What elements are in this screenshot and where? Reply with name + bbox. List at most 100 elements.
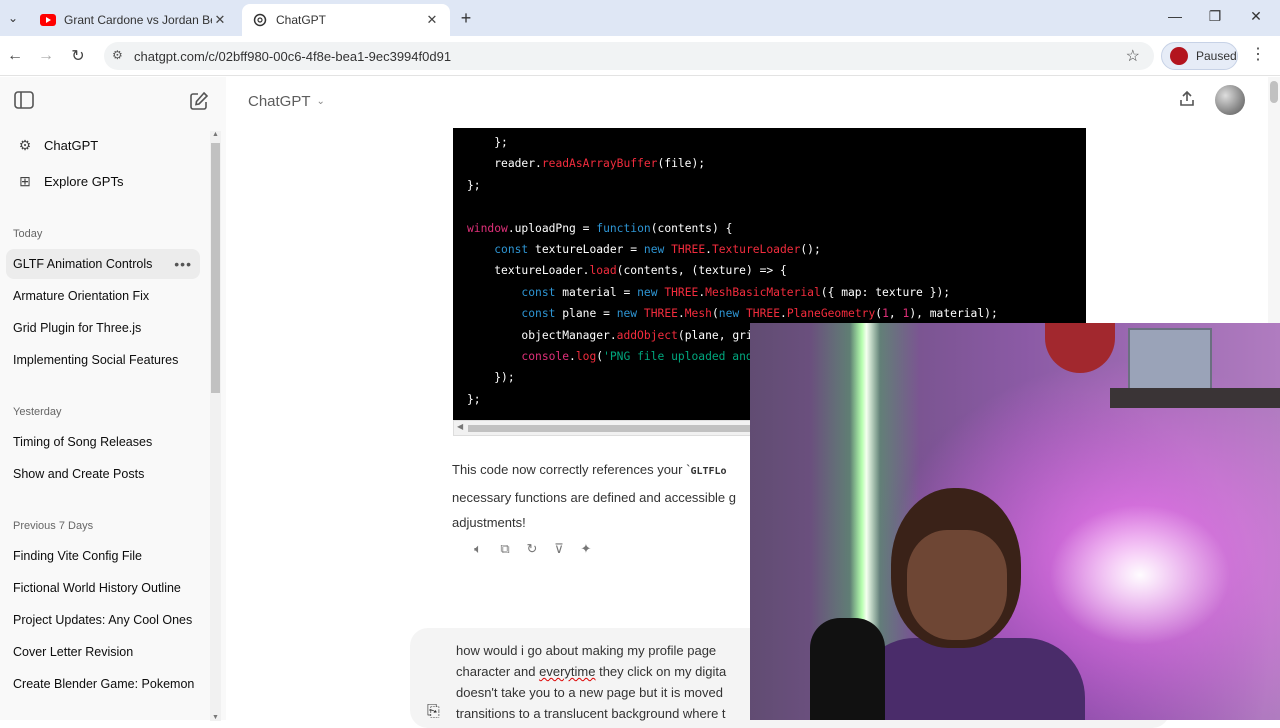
assistant-reply: This code now correctly references your … bbox=[452, 457, 752, 536]
url-text: chatgpt.com/c/02bff980-00c6-4f8e-bea1-9e… bbox=[134, 48, 452, 64]
chatgpt-icon bbox=[252, 12, 268, 28]
reply-text: necessary functions are defined and acce… bbox=[452, 489, 737, 505]
reply-text: adjustments! bbox=[452, 515, 526, 530]
chat-item[interactable]: Finding Vite Config File bbox=[6, 541, 200, 571]
profile-button[interactable]: Paused bbox=[1161, 42, 1238, 70]
scroll-left-icon[interactable]: ◀ bbox=[457, 422, 463, 431]
chat-item-label: GLTF Animation Controls bbox=[13, 257, 153, 271]
chat-item-label: Show and Create Posts bbox=[13, 467, 145, 481]
code-line: }; bbox=[494, 136, 508, 149]
tab-chatgpt[interactable]: ChatGPT ✕ bbox=[242, 4, 450, 36]
chat-item-label: Implementing Social Features bbox=[13, 353, 179, 367]
nav-label: ChatGPT bbox=[44, 137, 99, 153]
youtube-icon bbox=[40, 12, 56, 28]
microphone bbox=[810, 618, 885, 720]
reply-text: This code now correctly references your … bbox=[452, 462, 691, 477]
code-line: const textureLoader = new THREE.TextureL… bbox=[494, 243, 821, 257]
sidebar-toggle-icon[interactable] bbox=[12, 91, 36, 115]
scroll-thumb[interactable] bbox=[468, 425, 768, 432]
new-tab-icon[interactable]: + bbox=[456, 8, 476, 28]
tab-strip: ⌄ Grant Cardone vs Jordan Belfort ✕ Chat… bbox=[0, 0, 1280, 36]
profile-avatar-icon bbox=[1170, 47, 1188, 65]
close-tab-icon[interactable]: ✕ bbox=[212, 12, 228, 28]
scroll-up-icon[interactable]: ▲ bbox=[211, 131, 220, 138]
chat-item-label: Armature Orientation Fix bbox=[13, 289, 150, 303]
message-actions: 🔈︎ ⧉ ↻ ⊽ ✦ bbox=[470, 541, 594, 557]
red-wall-decoration bbox=[1045, 323, 1115, 373]
streamer-torso bbox=[855, 638, 1085, 720]
attachment-icon[interactable]: ⎘ bbox=[427, 703, 440, 721]
chatgpt-icon: ⚙ bbox=[18, 136, 32, 153]
site-info-icon[interactable]: ⚙ bbox=[112, 48, 123, 62]
section-heading-yesterday: Yesterday bbox=[13, 406, 62, 418]
user-avatar[interactable] bbox=[1215, 85, 1245, 115]
address-bar[interactable]: ⚙ chatgpt.com/c/02bff980-00c6-4f8e-bea1-… bbox=[104, 42, 1154, 70]
user-message-line: character and bbox=[456, 664, 540, 679]
browser-menu-icon[interactable]: ⋮ bbox=[1250, 44, 1266, 64]
reply-inline-code: GLTFLo bbox=[690, 466, 727, 477]
close-tab-icon[interactable]: ✕ bbox=[424, 12, 440, 28]
streamer bbox=[855, 488, 1085, 720]
chat-item-label: Finding Vite Config File bbox=[13, 549, 143, 563]
copy-icon[interactable]: ⧉ bbox=[497, 541, 513, 557]
chat-item-label: Timing of Song Releases bbox=[13, 435, 153, 449]
code-line: }; bbox=[467, 178, 481, 192]
section-heading-previous-7-days: Previous 7 Days bbox=[13, 520, 94, 532]
chevron-down-icon: ⌄ bbox=[316, 96, 325, 107]
model-title: ChatGPT bbox=[248, 93, 311, 110]
chat-item-label: Create Blender Game: Pokemon bbox=[13, 677, 195, 691]
code-line: reader.readAsArrayBuffer(file); bbox=[494, 157, 706, 171]
bookmark-star-icon[interactable]: ☆ bbox=[1126, 46, 1140, 66]
back-icon[interactable]: ← bbox=[3, 44, 27, 68]
more-options-icon[interactable]: ••• bbox=[174, 256, 192, 272]
sidebar: ⚙ ChatGPT ⊞ Explore GPTs Today GLTF Anim… bbox=[0, 77, 226, 721]
chat-item[interactable]: Armature Orientation Fix bbox=[6, 281, 200, 311]
tab-title: ChatGPT bbox=[276, 13, 327, 27]
sidebar-nav-chatgpt[interactable]: ⚙ ChatGPT bbox=[8, 129, 200, 161]
sidebar-scrollbar[interactable]: ▲ ▼ bbox=[210, 131, 221, 721]
minimize-icon[interactable]: — bbox=[1155, 8, 1195, 24]
code-line: textureLoader.load(contents, (texture) =… bbox=[494, 264, 787, 278]
chat-item-label: Cover Letter Revision bbox=[13, 645, 134, 659]
nav-label: Explore GPTs bbox=[44, 173, 124, 189]
restore-icon[interactable]: ❐ bbox=[1195, 8, 1235, 25]
scroll-thumb[interactable] bbox=[1270, 81, 1278, 103]
streamer-face bbox=[907, 530, 1007, 640]
new-chat-icon[interactable] bbox=[187, 91, 211, 115]
chat-item[interactable]: Project Updates: Any Cool Ones bbox=[6, 605, 200, 635]
user-message-line: they click on my digita bbox=[595, 664, 727, 679]
chat-item[interactable]: Show and Create Posts bbox=[6, 459, 200, 489]
chat-item[interactable]: Timing of Song Releases bbox=[6, 427, 200, 457]
regenerate-icon[interactable]: ↻ bbox=[524, 541, 540, 557]
chat-item[interactable]: Implementing Social Features bbox=[6, 345, 200, 375]
share-icon[interactable] bbox=[1176, 90, 1198, 112]
code-line: window.uploadPng = function(contents) { bbox=[467, 221, 733, 235]
model-selector[interactable]: ChatGPT ⌄ bbox=[248, 93, 325, 110]
chat-item[interactable]: Fictional World History Outline bbox=[6, 573, 200, 603]
main-scrollbar[interactable] bbox=[1268, 77, 1280, 327]
sidebar-nav-explore-gpts[interactable]: ⊞ Explore GPTs bbox=[8, 165, 200, 197]
profile-status: Paused bbox=[1196, 49, 1237, 63]
misspelled-word: everytime bbox=[539, 664, 596, 679]
chat-item[interactable]: Grid Plugin for Three.js bbox=[6, 313, 200, 343]
tab-youtube[interactable]: Grant Cardone vs Jordan Belfort ✕ bbox=[30, 4, 238, 36]
read-aloud-icon[interactable]: 🔈︎ bbox=[470, 541, 486, 557]
wall-shelf bbox=[1110, 388, 1280, 408]
chat-item-gltf-animation-controls[interactable]: GLTF Animation Controls ••• bbox=[6, 249, 200, 279]
close-window-icon[interactable]: ✕ bbox=[1236, 8, 1276, 25]
chat-item-label: Fictional World History Outline bbox=[13, 581, 181, 595]
reload-icon[interactable]: ↻ bbox=[66, 44, 90, 68]
chat-item[interactable]: Create Blender Game: Pokemon bbox=[6, 669, 200, 699]
tab-search-icon[interactable]: ⌄ bbox=[3, 8, 23, 28]
grid-icon: ⊞ bbox=[19, 172, 31, 189]
forward-icon[interactable]: → bbox=[34, 44, 58, 68]
webcam-overlay bbox=[750, 323, 1280, 720]
collectible-box bbox=[1128, 328, 1212, 390]
chat-item[interactable]: Cover Letter Revision bbox=[6, 637, 200, 667]
thumbs-down-icon[interactable]: ⊽ bbox=[551, 541, 567, 557]
sparkle-model-icon[interactable]: ✦ bbox=[578, 541, 594, 557]
chat-item-label: Grid Plugin for Three.js bbox=[13, 321, 142, 335]
scroll-thumb[interactable] bbox=[211, 143, 220, 393]
section-heading-today: Today bbox=[13, 228, 43, 240]
